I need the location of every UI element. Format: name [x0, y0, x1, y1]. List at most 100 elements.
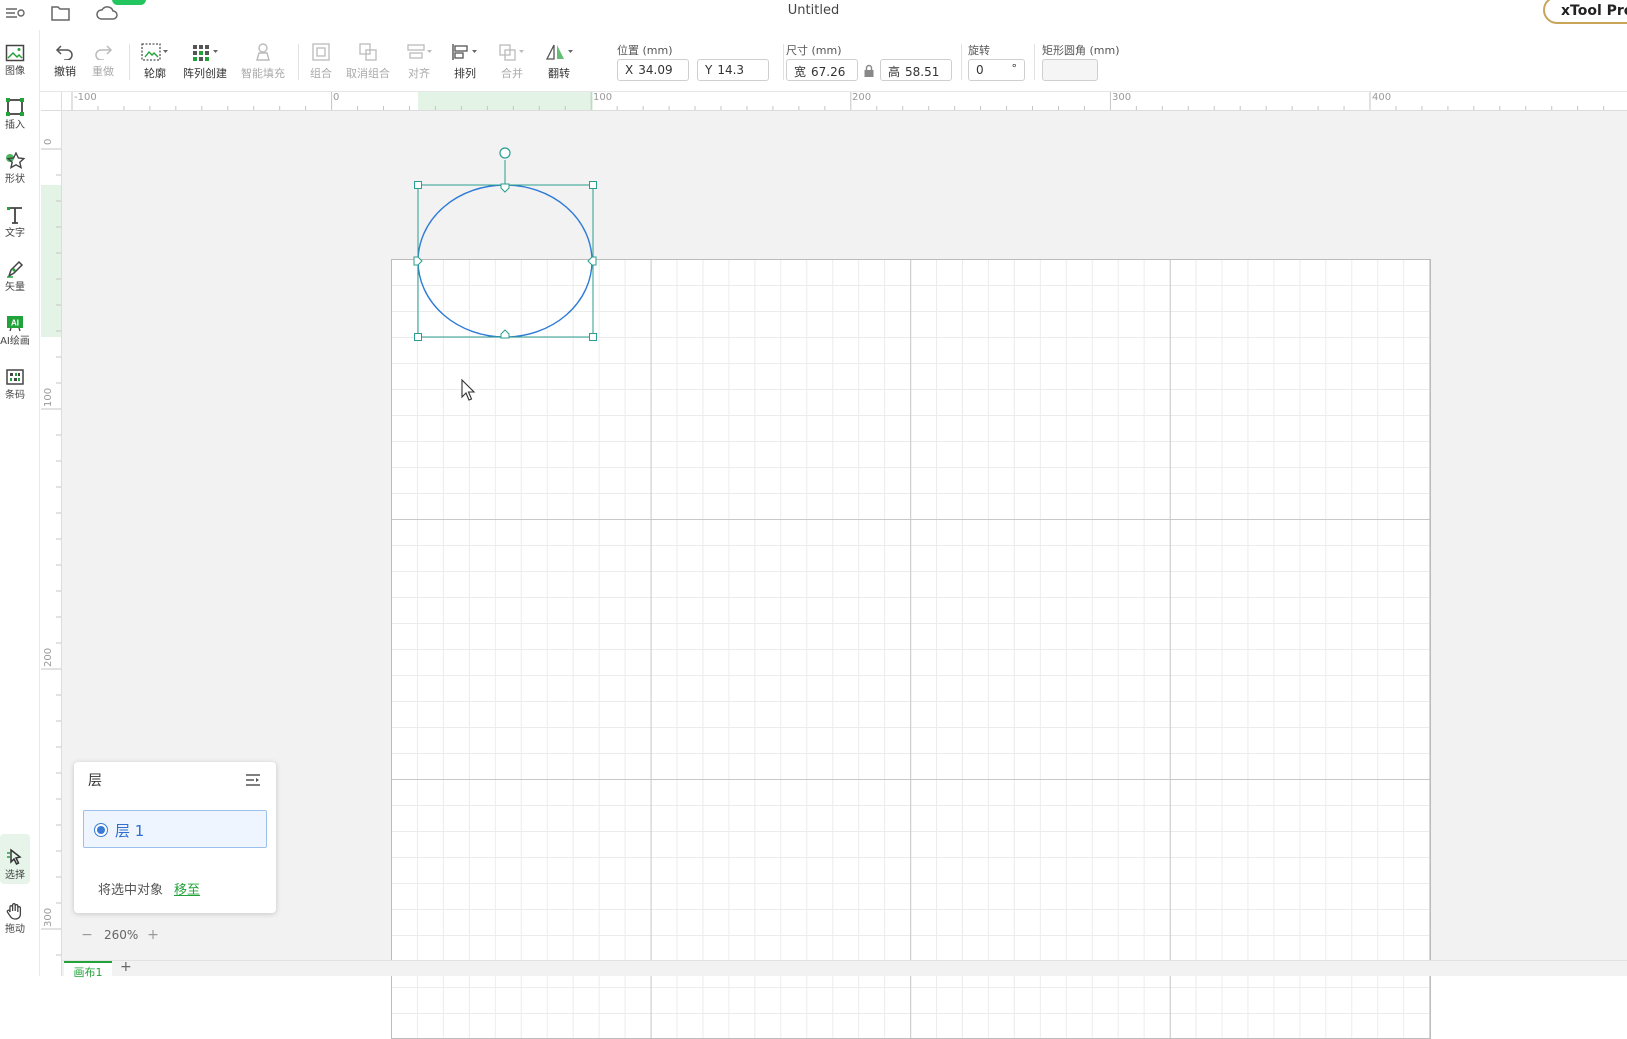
ruler-top-label: 0	[333, 92, 340, 103]
zoom-control: − 260% +	[74, 926, 166, 950]
image-icon	[5, 44, 25, 62]
add-canvas-button[interactable]: +	[120, 959, 132, 975]
tool-select[interactable]: 选择	[0, 834, 30, 884]
tool-vector-label: 矢量	[5, 282, 25, 293]
y-prefix: Y	[705, 63, 713, 77]
tool-image-label: 图像	[5, 66, 25, 77]
tool-select-label: 选择	[5, 870, 25, 881]
align-icon	[407, 44, 432, 59]
zoom-out-button[interactable]: −	[78, 926, 96, 944]
move-to-link[interactable]: 移至	[174, 879, 200, 898]
w-value: 67.26	[811, 65, 846, 79]
outline-label: 轮廓	[144, 67, 166, 80]
tool-shape-label: 形状	[5, 174, 25, 185]
canvas-tabs: 画布1 +	[62, 959, 1627, 979]
arrange-label: 排列	[454, 67, 476, 80]
ruler-top-label: -100	[74, 92, 97, 103]
outline-button[interactable]: 轮廓	[138, 42, 172, 88]
x-value: 34.09	[638, 63, 673, 77]
layer-menu-icon[interactable]	[244, 772, 262, 788]
undo-button[interactable]: 撤销	[50, 42, 80, 88]
ungroup-label: 取消组合	[346, 67, 390, 80]
tool-pan[interactable]: 拖动	[0, 888, 30, 938]
hand-icon	[6, 903, 22, 920]
tool-barcode-label: 条码	[5, 390, 25, 401]
zoom-in-button[interactable]: +	[144, 926, 162, 944]
move-selected-text: 将选中对象	[98, 883, 164, 898]
height-field[interactable]: 高 58.51	[880, 59, 952, 81]
tool-ai[interactable]: AI AI绘画	[0, 300, 30, 350]
arrange-button[interactable]: 排列	[448, 42, 482, 88]
separator	[129, 44, 130, 80]
redo-button[interactable]: 重做	[88, 42, 118, 88]
star-shape-icon	[6, 152, 25, 169]
ruler-selection-highlight	[418, 92, 593, 110]
tool-image[interactable]: 图像	[0, 30, 30, 80]
ungroup-button[interactable]: 取消组合	[345, 42, 391, 88]
redo-icon	[95, 45, 113, 60]
tool-shape[interactable]: 形状	[0, 138, 30, 188]
layer-panel: 层 层 1 将选中对象 移至	[74, 762, 276, 913]
lock-icon[interactable]	[863, 63, 875, 77]
canvas-tab[interactable]: 画布1	[64, 961, 112, 979]
flip-button[interactable]: 翻转	[541, 42, 577, 88]
corner-field[interactable]	[1042, 59, 1098, 81]
merge-label: 合并	[501, 67, 523, 80]
ruler-top-label: 300	[1112, 92, 1132, 103]
separator	[298, 44, 299, 80]
zoom-level: 260%	[104, 928, 139, 942]
h-prefix: 高	[888, 65, 901, 79]
merge-icon	[499, 44, 524, 61]
align-button[interactable]: 对齐	[402, 42, 436, 88]
separator	[1034, 44, 1035, 80]
product-badge[interactable]: xTool Pro	[1543, 0, 1627, 24]
array-button[interactable]: 阵列创建	[182, 42, 228, 88]
align-label: 对齐	[408, 67, 430, 80]
rotation-unit: °	[1011, 62, 1018, 75]
tool-vector[interactable]: 矢量	[0, 246, 30, 296]
y-value: 14.3	[717, 63, 745, 77]
ruler-left-label: 300	[43, 907, 54, 927]
position-label: 位置 (mm)	[617, 44, 673, 57]
canvas-workarea[interactable]	[62, 111, 1627, 1039]
insert-frame-icon	[6, 98, 24, 116]
left-toolbar: 图像 插入 形状 文字 矢量 AI AI绘画 条码 选择 拖动	[0, 30, 40, 976]
tool-barcode[interactable]: 条码	[0, 354, 30, 404]
pen-icon	[7, 260, 24, 278]
rotation-field[interactable]: 0 °	[968, 59, 1025, 81]
tool-insert[interactable]: 插入	[0, 84, 30, 134]
ruler-top-ticks	[71, 92, 1605, 110]
layer-radio[interactable]	[94, 823, 108, 837]
ai-icon: AI	[7, 316, 23, 332]
smart-fill-label: 智能填充	[241, 67, 285, 80]
tool-ai-label: AI绘画	[0, 336, 30, 347]
flip-icon	[545, 44, 573, 60]
ruler-left-ticks	[41, 148, 61, 956]
cursor-icon	[7, 848, 22, 866]
corner-label: 矩形圆角 (mm)	[1042, 44, 1120, 57]
x-field[interactable]: X 34.09	[617, 59, 689, 81]
canvas-board[interactable]	[391, 259, 1431, 1039]
ruler-corner	[41, 92, 62, 111]
layer-panel-title: 层	[88, 773, 102, 789]
width-field[interactable]: 宽 67.26	[786, 59, 858, 81]
separator	[783, 44, 784, 80]
svg-text:AI: AI	[11, 319, 19, 328]
array-icon	[193, 45, 218, 61]
ruler-top[interactable]: -100 0 100 200 300 400	[62, 92, 1627, 111]
smart-fill-button[interactable]: 智能填充	[240, 42, 286, 88]
group-icon	[312, 43, 330, 61]
size-label: 尺寸 (mm)	[786, 44, 842, 57]
y-field[interactable]: Y 14.3	[697, 59, 769, 81]
layer-row[interactable]: 层 1	[83, 810, 267, 848]
array-label: 阵列创建	[183, 67, 227, 80]
outline-icon	[141, 43, 168, 61]
ruler-left-label: 100	[43, 387, 54, 407]
ruler-left[interactable]: 0 100 200 300	[41, 111, 62, 976]
tool-text[interactable]: 文字	[0, 192, 30, 242]
ruler-left-label: 0	[43, 138, 54, 145]
redo-label: 重做	[92, 65, 114, 78]
merge-button[interactable]: 合并	[495, 42, 529, 88]
group-button[interactable]: 组合	[306, 42, 336, 88]
undo-label: 撤销	[54, 65, 76, 78]
